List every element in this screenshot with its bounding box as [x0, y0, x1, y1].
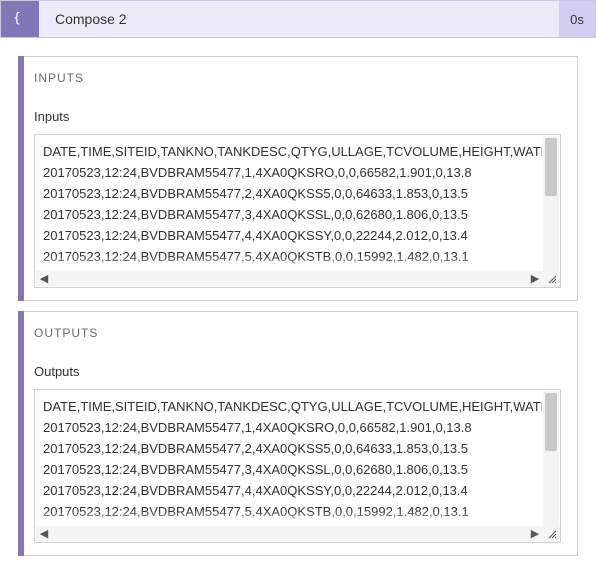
- resize-icon[interactable]: [543, 271, 560, 287]
- horizontal-scrollbar[interactable]: ◀ ▶: [36, 271, 543, 286]
- outputs-data-box[interactable]: DATE,TIME,SITEID,TANKNO,TANKDESC,QTYG,UL…: [34, 389, 561, 543]
- inputs-field-label: Inputs: [34, 109, 561, 124]
- scroll-right-icon[interactable]: ▶: [527, 271, 543, 286]
- step-icon-box: { }: [1, 1, 39, 37]
- vertical-scrollbar[interactable]: [543, 391, 559, 541]
- inputs-card-title: INPUTS: [34, 71, 561, 85]
- outputs-card-title: OUTPUTS: [34, 326, 561, 340]
- outputs-field-label: Outputs: [34, 364, 561, 379]
- svg-text:{ }: { }: [13, 11, 30, 26]
- resize-icon[interactable]: [543, 526, 560, 542]
- scroll-left-icon[interactable]: ◀: [36, 271, 52, 286]
- scroll-left-icon[interactable]: ◀: [36, 526, 52, 541]
- step-duration: 0s: [559, 1, 595, 37]
- scroll-right-icon[interactable]: ▶: [527, 526, 543, 541]
- inputs-data-content: DATE,TIME,SITEID,TANKNO,TANKDESC,QTYG,UL…: [43, 141, 542, 288]
- outputs-data-content: DATE,TIME,SITEID,TANKNO,TANKDESC,QTYG,UL…: [43, 396, 542, 543]
- step-header[interactable]: { } Compose 2 0s: [0, 0, 596, 38]
- step-title: Compose 2: [39, 1, 559, 37]
- inputs-card: INPUTS Inputs DATE,TIME,SITEID,TANKNO,TA…: [18, 56, 578, 301]
- data-operations-icon: { }: [10, 7, 30, 32]
- vertical-scrollbar[interactable]: [543, 136, 559, 286]
- horizontal-scrollbar[interactable]: ◀ ▶: [36, 526, 543, 541]
- inputs-data-box[interactable]: DATE,TIME,SITEID,TANKNO,TANKDESC,QTYG,UL…: [34, 134, 561, 288]
- outputs-card: OUTPUTS Outputs DATE,TIME,SITEID,TANKNO,…: [18, 311, 578, 556]
